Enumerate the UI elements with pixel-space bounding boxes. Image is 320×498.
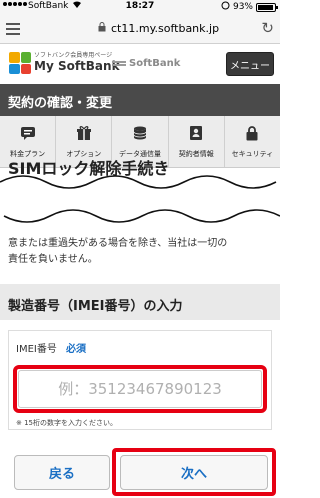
reader-menu-icon[interactable] [6,23,20,38]
logo-subtitle: ソフトバンク会員専用ページ [34,52,113,59]
battery-percent: 93% [232,2,253,12]
browser-url-bar: ct11.my.softbank.jp ↻ [0,14,280,44]
data-icon [132,125,148,141]
next-button[interactable]: 次へ [120,455,268,490]
plan-icon [20,125,36,141]
body-text: 意または重過失がある場合を除き、当社は一切の [8,238,228,249]
reload-icon[interactable]: ↻ [261,19,274,37]
battery-icon [256,2,278,12]
softbank-mark-icon [112,61,126,67]
menu-button[interactable]: メニュー [226,52,274,76]
lock-icon [244,125,260,141]
status-bar: SoftBank 18:27 93% [0,0,280,14]
nav-label: セキュリティ [231,150,274,158]
imei-field-label: IMEI番号 [16,344,57,355]
imei-section-title: 製造番号（IMEI番号）の入力 [8,299,183,314]
option-icon [76,125,92,141]
nav-item-contract[interactable]: 契約者情報 [169,116,225,167]
imei-input[interactable] [18,370,262,408]
omission-wave [0,175,280,223]
nav-item-security[interactable]: セキュリティ [225,116,280,167]
back-button[interactable]: 戻る [14,455,110,490]
url-text[interactable]: ct11.my.softbank.jp [111,22,219,35]
lock-icon [98,22,106,35]
contract-icon [188,125,204,141]
section-title: 契約の確認・変更 [0,84,280,116]
required-badge: 必須 [66,344,86,355]
logo-title[interactable]: My SoftBank [34,59,120,73]
nav-label: 契約者情報 [178,150,214,158]
input-note: ※ 15桁の数字を入力ください。 [16,419,117,427]
brand-name: SoftBank [129,58,181,69]
my-softbank-logo-icon [9,52,31,74]
body-text: 責任を負いません。 [8,254,98,265]
rotation-lock-icon [221,1,230,13]
